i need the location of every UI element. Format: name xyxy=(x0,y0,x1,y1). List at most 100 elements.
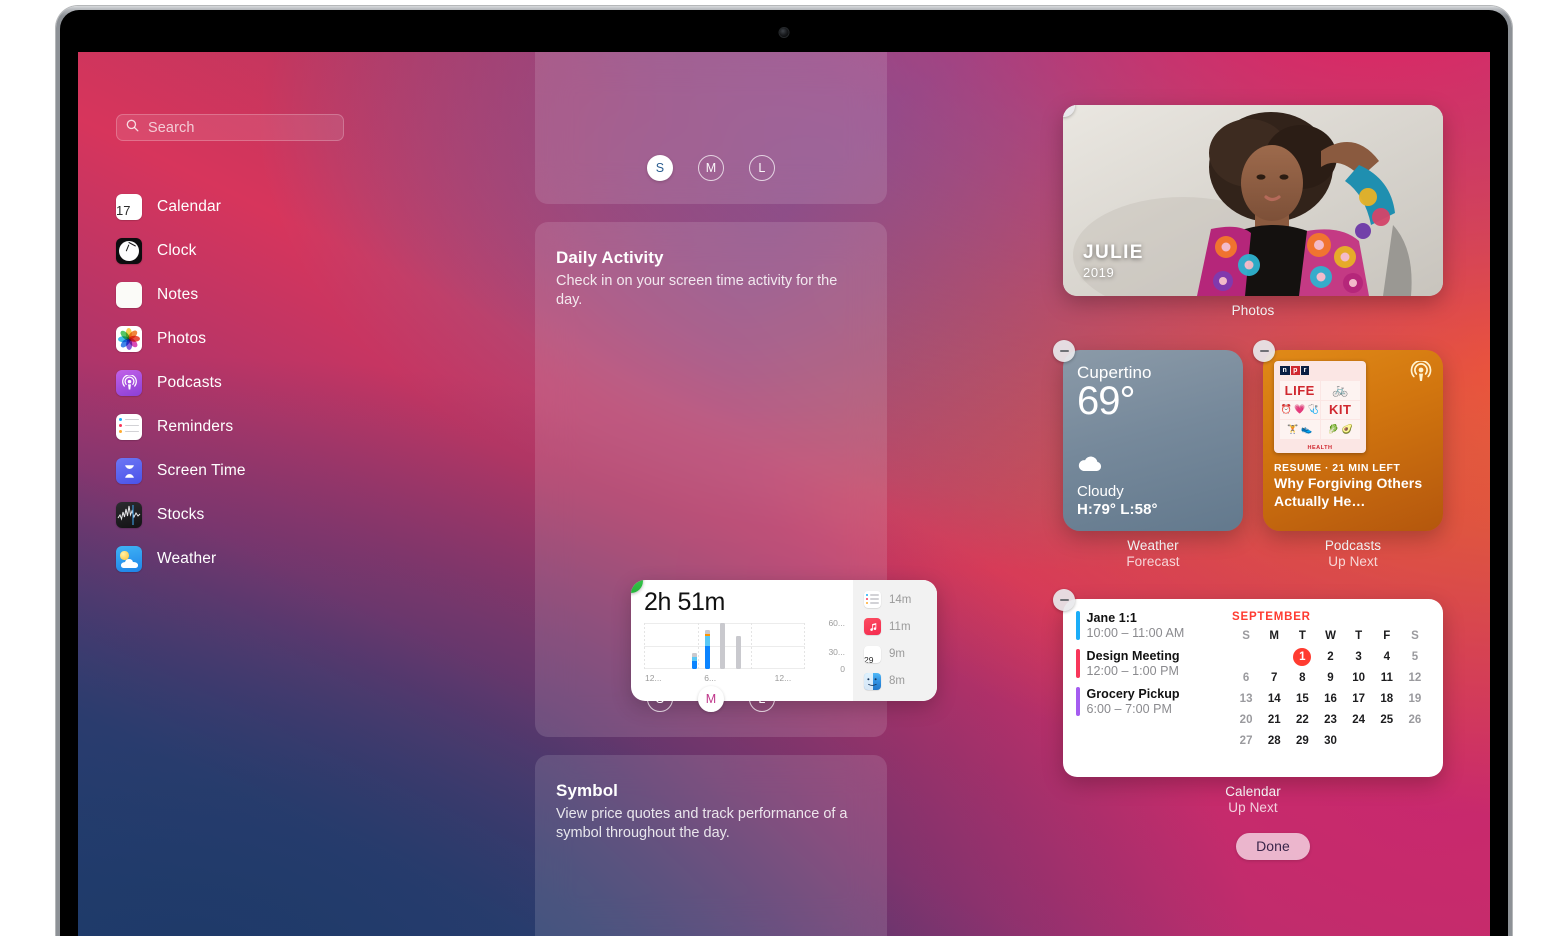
calendar-event: Jane 1:1 10:00 – 11:00 AM xyxy=(1076,611,1226,640)
calendar-day-cell[interactable]: 22 xyxy=(1288,709,1316,730)
calendar-day-cell[interactable]: 4 xyxy=(1373,646,1401,667)
sidebar-item-label: Clock xyxy=(157,242,197,259)
size-option-m[interactable]: M xyxy=(698,155,724,181)
sidebar-item-notes[interactable]: Notes xyxy=(116,273,516,317)
sidebar-item-label: Podcasts xyxy=(157,374,222,391)
calendar-icon: TUE 29 xyxy=(864,645,881,663)
event-title: Design Meeting xyxy=(1086,649,1180,663)
app-usage-time: 11m xyxy=(889,620,911,633)
size-option-s[interactable]: S xyxy=(647,686,673,712)
size-option-m[interactable]: M xyxy=(698,686,724,712)
calendar-day-cell[interactable]: 2 xyxy=(1316,646,1344,667)
photos-widget[interactable]: JULIE 2019 xyxy=(1063,105,1443,296)
weather-icon xyxy=(116,546,142,572)
widget-detail: Up Next xyxy=(1328,554,1378,569)
app-usage-row: 14m xyxy=(853,591,937,609)
sidebar-item-reminders[interactable]: Reminders xyxy=(116,405,516,449)
calendar-table: SMTWTFS 1 2 3 4 5 6 7 8 9 10 11 12 13 14 15 16 17 18 19 20 2… xyxy=(1232,628,1429,751)
chart-bar xyxy=(705,629,711,669)
calendar-day-cell[interactable]: 9 xyxy=(1316,667,1344,688)
calendar-day-cell[interactable]: 7 xyxy=(1260,667,1288,688)
calendar-day-cell[interactable]: 1 xyxy=(1288,646,1316,667)
calendar-days-body: 1 2 3 4 5 6 7 8 9 10 11 12 13 14 15 16 17 18 19 20 21 22 23 24 2… xyxy=(1232,646,1429,751)
calendar-day-cell[interactable]: 26 xyxy=(1401,709,1429,730)
calendar-day-cell[interactable]: 8 xyxy=(1288,667,1316,688)
size-option-s[interactable]: S xyxy=(647,155,673,181)
calendar-day-cell[interactable]: 3 xyxy=(1345,646,1373,667)
calendar-day-cell[interactable]: 14 xyxy=(1260,688,1288,709)
sidebar-item-clock[interactable]: Clock xyxy=(116,229,516,273)
sidebar-item-photos[interactable]: Photos xyxy=(116,317,516,361)
sidebar-item-weather[interactable]: Weather xyxy=(116,537,516,581)
event-time: 6:00 – 7:00 PM xyxy=(1086,702,1172,716)
gallery-card-daily-activity: Daily Activity Check in on your screen t… xyxy=(535,222,937,737)
calendar-day-cell[interactable]: 17 xyxy=(1345,688,1373,709)
weather-widget[interactable]: Cupertino 69° Cloudy H:79° L:58° xyxy=(1053,340,1243,531)
calendar-day-cell[interactable]: 10 xyxy=(1345,667,1373,688)
cloud-icon xyxy=(1077,455,1229,477)
calendar-day-cell[interactable]: 21 xyxy=(1260,709,1288,730)
calendar-day-cell[interactable]: 30 xyxy=(1316,730,1344,751)
stocks-icon xyxy=(116,502,142,528)
chart-ytick: 0 xyxy=(840,664,845,674)
calendar-day-cell[interactable]: 29 xyxy=(1288,730,1316,751)
screen-time-widget-preview[interactable]: 2h 51m 60... 30... 0 12... 6... 12... 14… xyxy=(631,580,937,701)
calendar-day-cell[interactable]: 27 xyxy=(1232,730,1260,751)
calendar-day-cell[interactable]: 24 xyxy=(1345,709,1373,730)
remove-widget-button[interactable] xyxy=(1253,340,1275,362)
sidebar-item-label: Photos xyxy=(157,330,207,347)
photo-caption-name: JULIE xyxy=(1083,242,1144,263)
search-input[interactable]: Search xyxy=(116,114,344,141)
sidebar-item-label: Stocks xyxy=(157,506,205,523)
screen-time-icon xyxy=(116,458,142,484)
notes-icon xyxy=(116,282,142,308)
calendar-icon-day: 29 xyxy=(864,655,874,663)
daily-activity-description: Check in on your screen time activity fo… xyxy=(556,273,838,308)
widget-label-weather: Weather Forecast xyxy=(1063,538,1243,569)
podcasts-widget[interactable]: n p r LIFE 🚲 ⏰ 💗 🩺 KIT 🏋 👟 🥬 🥑 HEALTH RE… xyxy=(1253,340,1443,531)
weather-high-low: H:79° L:58° xyxy=(1077,501,1158,518)
calendar-today: 1 xyxy=(1293,647,1312,666)
calendar-day-cell[interactable]: 16 xyxy=(1316,688,1344,709)
remove-widget-button[interactable] xyxy=(1053,340,1075,362)
podcasts-icon xyxy=(116,370,142,396)
sidebar-item-label: Weather xyxy=(157,550,217,567)
clock-icon xyxy=(116,238,142,264)
calendar-day-cell[interactable]: 11 xyxy=(1373,667,1401,688)
calendar-day-cell xyxy=(1373,730,1401,751)
app-usage-time: 9m xyxy=(889,648,905,661)
podcast-meta: RESUME · 21 MIN LEFT xyxy=(1274,462,1401,474)
calendar-day-cell[interactable]: 12 xyxy=(1401,667,1429,688)
size-option-l[interactable]: L xyxy=(749,155,775,181)
sidebar-item-calendar[interactable]: JUL 17 Calendar xyxy=(116,185,516,229)
calendar-day-cell[interactable]: 19 xyxy=(1401,688,1429,709)
facetime-camera xyxy=(779,28,789,37)
size-option-l[interactable]: L xyxy=(749,686,775,712)
calendar-day-cell[interactable]: 20 xyxy=(1232,709,1260,730)
calendar-icon-day: 17 xyxy=(116,203,131,218)
sidebar-item-screen-time[interactable]: Screen Time xyxy=(116,449,516,493)
calendar-day-cell[interactable]: 13 xyxy=(1232,688,1260,709)
sidebar-item-label: Reminders xyxy=(157,418,234,435)
app-usage-row: 11m xyxy=(853,618,937,636)
remove-widget-button[interactable] xyxy=(1053,589,1075,611)
calendar-day-cell[interactable]: 6 xyxy=(1232,667,1260,688)
done-button[interactable]: Done xyxy=(1236,833,1310,860)
calendar-week-row: 27 28 29 30 xyxy=(1232,730,1429,751)
calendar-day-cell[interactable]: 5 xyxy=(1401,646,1429,667)
search-placeholder: Search xyxy=(148,119,195,136)
gallery-card-top: S M L xyxy=(535,52,887,204)
npr-logo: n p r xyxy=(1274,361,1366,375)
sidebar-item-podcasts[interactable]: Podcasts xyxy=(116,361,516,405)
event-title: Grocery Pickup xyxy=(1086,687,1180,701)
calendar-day-cell[interactable]: 23 xyxy=(1316,709,1344,730)
calendar-widget[interactable]: Jane 1:1 10:00 – 11:00 AM Design Meeting… xyxy=(1053,589,1443,777)
app-list: JUL 17 Calendar Clock Notes Photos Podca… xyxy=(116,185,516,581)
sidebar-item-stocks[interactable]: Stocks xyxy=(116,493,516,537)
widget-label-calendar: Calendar Up Next xyxy=(1063,784,1443,815)
calendar-day-cell[interactable]: 25 xyxy=(1373,709,1401,730)
calendar-day-cell[interactable]: 28 xyxy=(1260,730,1288,751)
calendar-day-cell[interactable]: 15 xyxy=(1288,688,1316,709)
chart-bar xyxy=(735,635,741,669)
calendar-day-cell[interactable]: 18 xyxy=(1373,688,1401,709)
